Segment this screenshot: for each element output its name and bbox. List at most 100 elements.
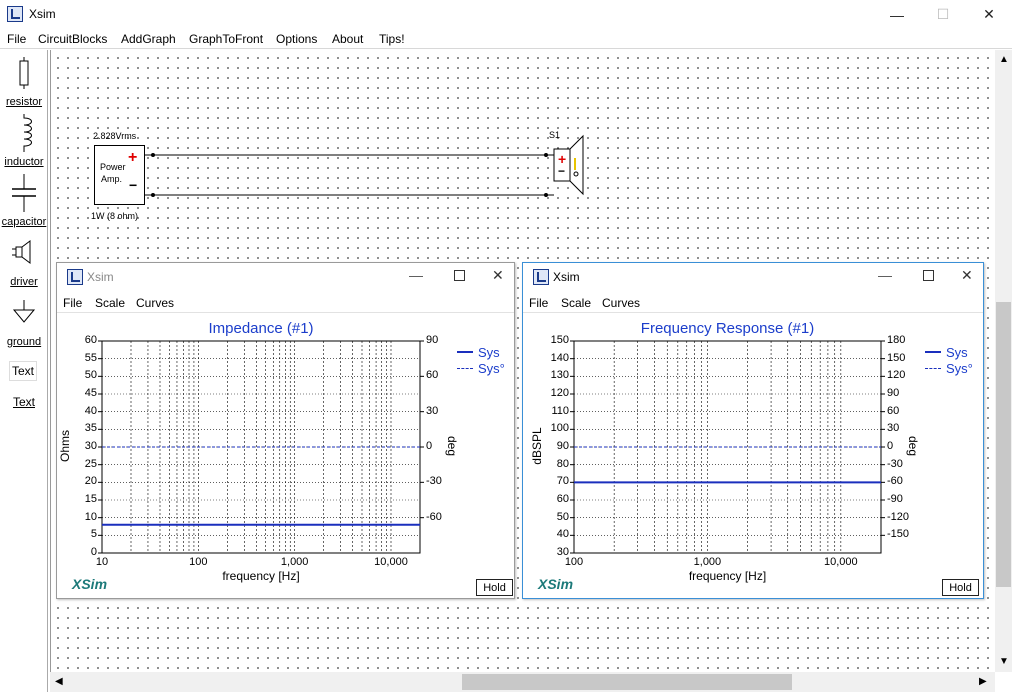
menu-addgraph[interactable]: AddGraph xyxy=(121,32,176,46)
xsim-logo: XSim xyxy=(538,576,574,592)
tool-label-driver[interactable]: driver xyxy=(0,276,48,288)
tool-label-ground[interactable]: ground xyxy=(0,336,48,348)
y-tick-label: 35 xyxy=(84,422,97,435)
impedance-graph-window[interactable]: Xsim — ✕ File Scale Curves Impedance (#1) 60 55 5… xyxy=(56,262,515,599)
text-icon[interactable]: Text xyxy=(9,361,37,381)
y2-tick-label: 90 xyxy=(887,387,900,399)
x-tick-label: 1,000 xyxy=(693,556,722,568)
y-axis-label: Ohms xyxy=(58,430,72,463)
y-tick-label: 60 xyxy=(556,493,569,505)
legend-item[interactable]: Sys° xyxy=(925,360,973,376)
resistor-icon[interactable] xyxy=(16,57,32,89)
ground-icon[interactable] xyxy=(12,300,36,326)
x-tick-label: 100 xyxy=(189,556,208,568)
minimize-button[interactable]: — xyxy=(874,0,920,29)
tool-label-resistor[interactable]: resistor xyxy=(0,96,48,108)
hold-button[interactable]: Hold xyxy=(942,579,979,596)
y2-tick-label: -150 xyxy=(887,528,910,541)
x-axis-label: frequency [Hz] xyxy=(688,569,767,583)
y-tick-label: 40 xyxy=(556,528,569,541)
vertical-scrollbar[interactable]: ▲ ▼ xyxy=(995,50,1012,672)
horizontal-scroll-thumb[interactable] xyxy=(462,674,792,690)
y-tick-label: 40 xyxy=(84,404,97,417)
schematic-canvas[interactable]: 2.828Vrms Power Amp. + − 1W (8 ohm) S1 +… xyxy=(50,50,995,672)
tool-label-text[interactable]: Text xyxy=(0,395,48,409)
horizontal-scrollbar[interactable]: ◀ ▶ xyxy=(50,672,995,692)
menu-circuitblocks[interactable]: CircuitBlocks xyxy=(38,32,107,46)
component-toolbox: resistor inductor capacitor driver groun… xyxy=(0,50,48,692)
menu-graphtofront[interactable]: GraphToFront xyxy=(189,32,263,46)
legend-item[interactable]: Sys xyxy=(925,344,973,360)
scroll-left-icon[interactable]: ◀ xyxy=(55,676,63,687)
legend-swatch-dashed xyxy=(925,367,941,369)
y2-tick-label: -60 xyxy=(887,475,903,488)
legend-swatch-solid xyxy=(925,351,941,353)
x-tick-label: 10,000 xyxy=(824,556,858,568)
y-tick-label: 80 xyxy=(556,457,569,470)
y-tick-label: 20 xyxy=(84,475,97,488)
y2-tick-label: 60 xyxy=(887,404,900,417)
legend-label: Sys° xyxy=(946,360,973,376)
y2-tick-label: 0 xyxy=(426,440,433,452)
legend-label: Sys xyxy=(946,344,968,360)
y2-axis-label: deg xyxy=(445,435,459,457)
close-button[interactable]: ✕ xyxy=(966,0,1012,29)
legend-item[interactable]: Sys xyxy=(457,344,505,360)
menu-bar: File CircuitBlocks AddGraph GraphToFront… xyxy=(0,29,1012,49)
y2-tick-label: -120 xyxy=(887,510,910,523)
y2-tick-label: 150 xyxy=(887,351,906,364)
scroll-down-icon[interactable]: ▼ xyxy=(999,656,1009,667)
y-tick-label: 50 xyxy=(556,510,569,523)
frequency-response-graph-window[interactable]: Xsim — ✕ File Scale Curves Frequency Response … xyxy=(522,262,984,599)
y-tick-label: 120 xyxy=(550,387,569,399)
x-tick-label: 10 xyxy=(95,556,109,568)
driver-icon[interactable] xyxy=(12,239,34,265)
menu-options[interactable]: Options xyxy=(276,32,317,46)
y-tick-label: 50 xyxy=(84,369,97,382)
x-tick-label: 100 xyxy=(564,556,584,568)
y2-tick-label: -30 xyxy=(426,475,442,488)
scroll-up-icon[interactable]: ▲ xyxy=(999,54,1009,65)
y-tick-label: 110 xyxy=(551,404,569,417)
hold-button[interactable]: Hold xyxy=(476,579,513,596)
scroll-right-icon[interactable]: ▶ xyxy=(979,676,987,687)
x-tick-label: 10,000 xyxy=(374,556,408,568)
y-tick-label: 30 xyxy=(84,440,97,452)
maximize-button[interactable]: ☐ xyxy=(920,0,966,29)
y-tick-label: 25 xyxy=(84,457,97,470)
y2-tick-label: 180 xyxy=(887,334,906,346)
y2-tick-label: 30 xyxy=(426,404,439,417)
y-tick-label: 55 xyxy=(84,351,97,364)
y-tick-label: 140 xyxy=(550,351,569,364)
y2-tick-label: -30 xyxy=(887,457,903,470)
menu-file[interactable]: File xyxy=(7,32,26,46)
menu-tips[interactable]: Tips! xyxy=(379,32,405,46)
app-icon xyxy=(7,6,23,22)
tool-label-capacitor[interactable]: capacitor xyxy=(0,216,48,228)
window-title: Xsim xyxy=(29,7,56,21)
x-axis-label: frequency [Hz] xyxy=(222,569,300,583)
legend-label: Sys° xyxy=(478,360,505,376)
y2-tick-label: 30 xyxy=(887,422,900,435)
legend-label: Sys xyxy=(478,344,500,360)
y-tick-label: 70 xyxy=(556,475,569,488)
y-tick-label: 60 xyxy=(84,334,97,346)
y-tick-label: 150 xyxy=(550,334,569,346)
y-tick-label: 10 xyxy=(84,510,97,523)
legend-item[interactable]: Sys° xyxy=(457,360,505,376)
tool-label-inductor[interactable]: inductor xyxy=(0,156,48,168)
y-tick-label: 100 xyxy=(550,422,569,435)
chart-legend: Sys Sys° xyxy=(925,344,973,376)
xsim-logo: XSim xyxy=(72,576,108,592)
y-tick-label: 90 xyxy=(556,440,569,452)
y-tick-label: 130 xyxy=(550,369,569,382)
y2-axis-label: deg xyxy=(906,435,920,457)
x-tick-label: 1,000 xyxy=(280,556,309,568)
capacitor-icon[interactable] xyxy=(10,174,38,212)
title-bar: Xsim — ☐ ✕ xyxy=(0,0,1012,29)
menu-about[interactable]: About xyxy=(332,32,363,46)
inductor-icon[interactable] xyxy=(16,114,34,152)
vertical-scroll-thumb[interactable] xyxy=(996,302,1011,587)
y2-tick-label: -90 xyxy=(887,493,903,505)
speaker-driver-icon[interactable] xyxy=(546,134,591,196)
